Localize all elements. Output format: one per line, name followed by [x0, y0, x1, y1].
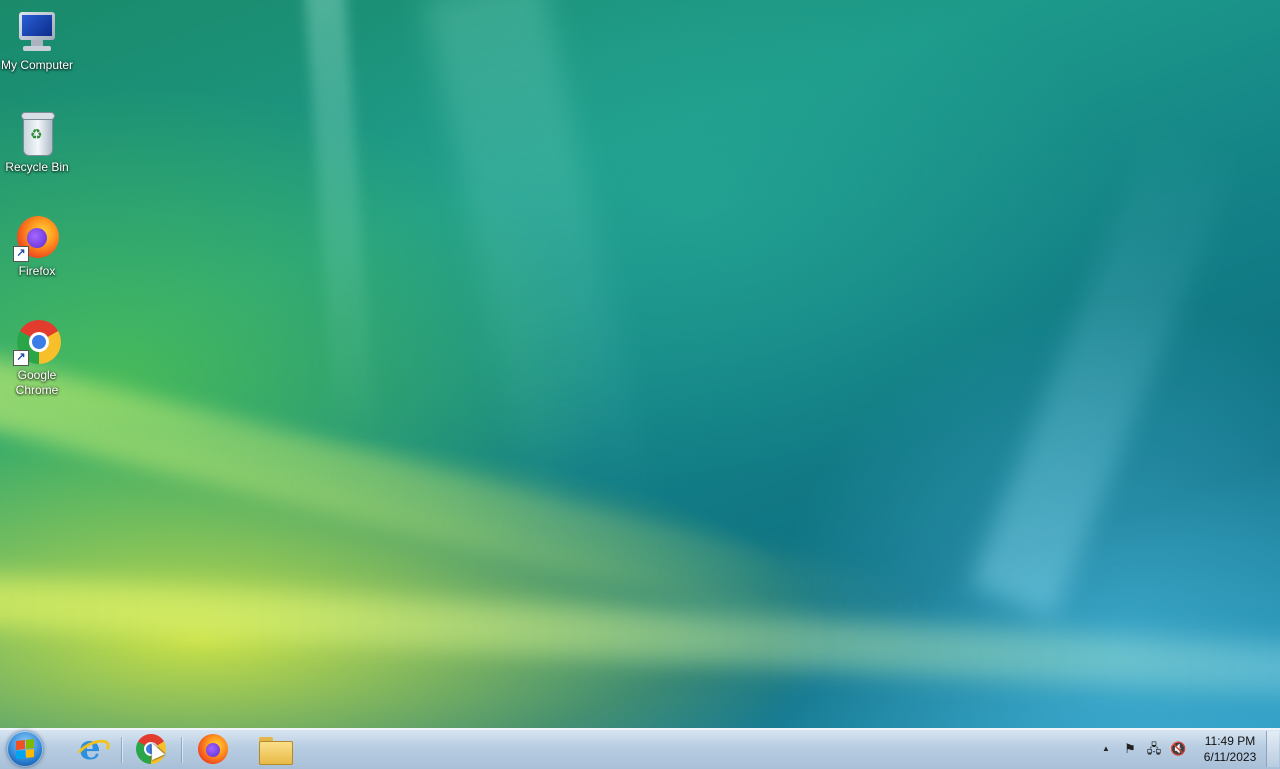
- clock-time: 11:49 PM: [1204, 734, 1256, 748]
- taskbar: ▲ ⚑ 🖧 🔇 11:49 PM 6/11/2023: [0, 728, 1280, 769]
- clock-date: 6/11/2023: [1203, 750, 1257, 764]
- volume-muted-icon[interactable]: 🔇: [1170, 741, 1186, 757]
- desktop-icon-label: Google Chrome: [15, 368, 59, 397]
- shortcut-arrow-icon: ↗: [13, 350, 29, 366]
- action-center-icon[interactable]: ⚑: [1122, 741, 1138, 757]
- desktop-icon-label: Firefox: [18, 264, 56, 278]
- firefox-icon: ↗: [13, 214, 61, 262]
- taskbar-windows-explorer[interactable]: [247, 731, 303, 767]
- firefox-icon: [198, 734, 228, 764]
- tray-overflow-button[interactable]: ▲: [1098, 741, 1114, 757]
- taskbar-internet-explorer[interactable]: [62, 728, 118, 768]
- recycle-bin-icon: [13, 110, 61, 158]
- taskbar-separator: [181, 737, 182, 763]
- desktop-icon-label: Recycle Bin: [5, 160, 69, 174]
- system-clock[interactable]: 11:49 PM 6/11/2023: [1196, 733, 1264, 765]
- computer-icon: [13, 8, 61, 56]
- folder-icon: [259, 737, 293, 765]
- network-icon[interactable]: 🖧: [1146, 741, 1162, 757]
- taskbar-firefox[interactable]: [185, 731, 241, 767]
- start-button[interactable]: [7, 731, 43, 767]
- desktop-icon-label: My Computer: [0, 58, 74, 72]
- taskbar-separator: [121, 737, 122, 763]
- chrome-icon: ↗: [13, 318, 61, 366]
- desktop-icon-my-computer[interactable]: My Computer: [0, 8, 74, 73]
- desktop-icon-firefox[interactable]: ↗ Firefox: [0, 214, 74, 279]
- desktop-icon-google-chrome[interactable]: ↗ Google Chrome: [0, 318, 74, 398]
- desktop-icon-recycle-bin[interactable]: Recycle Bin: [0, 110, 74, 175]
- internet-explorer-icon: [75, 728, 105, 768]
- shortcut-arrow-icon: ↗: [13, 246, 29, 262]
- windows-start-icon: [16, 739, 34, 759]
- show-desktop-button[interactable]: [1266, 731, 1279, 767]
